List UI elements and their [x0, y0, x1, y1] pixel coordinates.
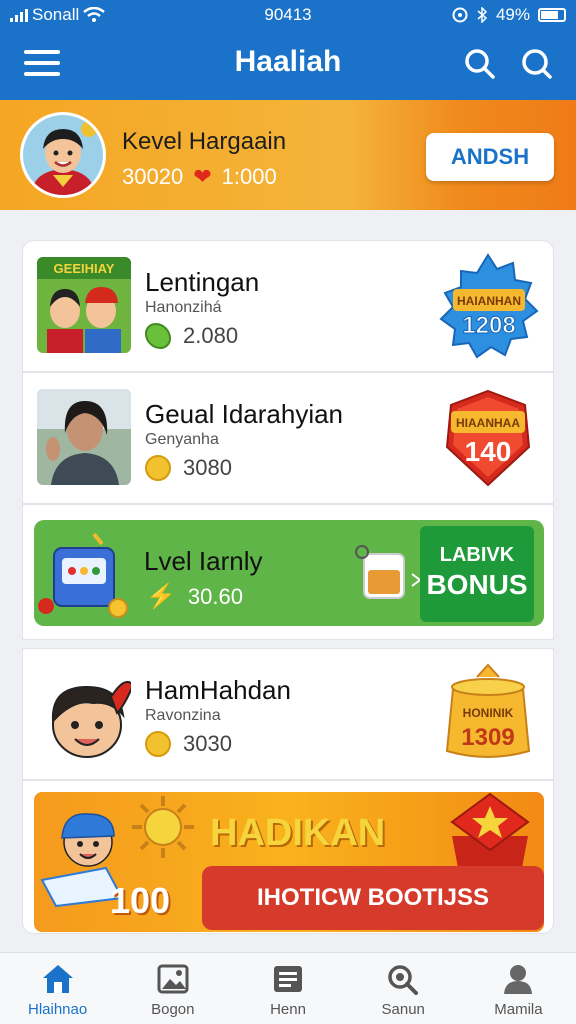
- coin-icon: [145, 455, 171, 481]
- search-icon: [388, 965, 419, 995]
- badge-value: 140: [465, 436, 512, 467]
- gallery-icon: [157, 964, 189, 994]
- card-value: ⚡ 30.60: [146, 582, 243, 611]
- nav-label: Sanun: [381, 1001, 425, 1018]
- promo-banner[interactable]: HADIKAN 100 IHOTICW BOOTIJSS: [34, 792, 544, 932]
- nav-label: Bogon: [151, 1001, 195, 1018]
- nav-label: Henn: [270, 1001, 306, 1018]
- battery-icon: [538, 8, 566, 22]
- card-subtitle: Hanonzihá: [145, 299, 222, 316]
- sun-icon: [132, 796, 194, 858]
- home-icon: [42, 965, 73, 993]
- bonus-button-line1: LABIVK: [439, 544, 515, 566]
- bonus-card[interactable]: Lvel Iarnly ⚡ 30.60 LABIVK BONUS: [34, 520, 544, 626]
- nav-item-search[interactable]: Sanun: [346, 953, 461, 1024]
- bonus-button[interactable]: LABIVK BONUS: [420, 526, 534, 622]
- battery-percent: 49%: [495, 5, 530, 24]
- badge-label: HONINIK: [463, 706, 514, 720]
- card-title: Geual Idarahyian: [145, 399, 344, 429]
- bluetooth-icon: [477, 7, 488, 23]
- treasure-pot-icon: HONINIK 1309: [445, 663, 531, 758]
- profile-action-button[interactable]: ANDSH: [426, 133, 554, 181]
- lightning-icon: ⚡: [146, 583, 176, 610]
- card-title: HamHahdan: [145, 675, 291, 705]
- card-value: 3030: [145, 731, 232, 757]
- list-icon: [274, 966, 302, 992]
- card-subtitle: Ravonzina: [145, 707, 221, 724]
- card-title: Lvel Iarnly: [144, 546, 263, 576]
- bonus-button-line2: BONUS: [426, 569, 528, 600]
- location-icon: [452, 7, 468, 23]
- heart-icon: ❤: [193, 164, 212, 189]
- points-value: 30020: [122, 164, 184, 189]
- coin-icon: [145, 731, 171, 757]
- reward-badge-icon: HIAANHAA 140: [445, 389, 531, 487]
- nav-label: Hlaihnao: [27, 1001, 88, 1018]
- promo-title: HADIKAN: [210, 812, 386, 854]
- card-value-text: 2.080: [183, 323, 239, 348]
- nav-item-gallery[interactable]: Bogon: [115, 953, 230, 1024]
- status-bar: Sonall 90413 49%: [0, 0, 576, 30]
- search-icon[interactable]: [462, 46, 498, 82]
- list-item[interactable]: Geual Idarahyian Genyanha 3080 HIAANHAA …: [22, 372, 554, 504]
- app-bar: Haaliah: [0, 30, 576, 100]
- profile-stats: 30020 ❤ 1:000: [122, 164, 277, 190]
- user-photo: [37, 389, 131, 485]
- lives-value: 1:000: [221, 164, 277, 189]
- character-avatar: [37, 665, 131, 761]
- card-value-text: 3030: [183, 731, 232, 756]
- badge-value: 1208: [462, 312, 515, 339]
- card-value-text: 30.60: [187, 583, 243, 609]
- badge-label: HAIANHAN: [457, 294, 521, 308]
- promo-button[interactable]: IHOTICW BOOTIJSS: [202, 866, 544, 930]
- nav-item-home[interactable]: Hlaihnao: [0, 953, 115, 1024]
- bottom-nav: Hlaihnao Bogon Henn Sanun Mamila: [0, 952, 576, 1024]
- profile-name: Kevel Hargaain: [122, 128, 287, 155]
- card-value: 3080: [145, 455, 232, 481]
- person-icon: [504, 965, 533, 994]
- nav-item-list[interactable]: Henn: [230, 953, 345, 1024]
- list-item[interactable]: GEEIHIAY Lentingan Hanonzihá 2.080 HAIAN…: [22, 240, 554, 372]
- gift-machine-icon: [38, 532, 128, 618]
- star-chest-icon: [450, 792, 530, 868]
- game-thumbnail: GEEIHIAY: [37, 257, 131, 353]
- thumb-title: GEEIHIAY: [54, 261, 115, 276]
- promo-number: 100: [110, 880, 171, 921]
- reward-badge-icon: HAIANHAN 1208: [439, 253, 539, 359]
- nav-label: Mamila: [494, 1001, 543, 1018]
- card-subtitle: Genyanha: [145, 431, 219, 448]
- chat-search-icon[interactable]: [518, 46, 554, 82]
- card-value: 2.080: [145, 323, 238, 349]
- badge-label: HIAANHAA: [456, 416, 520, 430]
- list-item[interactable]: HamHahdan Ravonzina 3030 HONINIK 1309: [22, 648, 554, 780]
- drink-icon: [355, 545, 422, 599]
- nav-item-profile[interactable]: Mamila: [461, 953, 576, 1024]
- card-value-text: 3080: [183, 455, 232, 480]
- badge-value: 1309: [461, 724, 514, 751]
- avatar: [20, 112, 106, 198]
- card-title: Lentingan: [145, 267, 260, 297]
- profile-banner: Kevel Hargaain 30020 ❤ 1:000 ANDSH: [0, 100, 576, 210]
- leaf-coin-icon: [145, 323, 171, 349]
